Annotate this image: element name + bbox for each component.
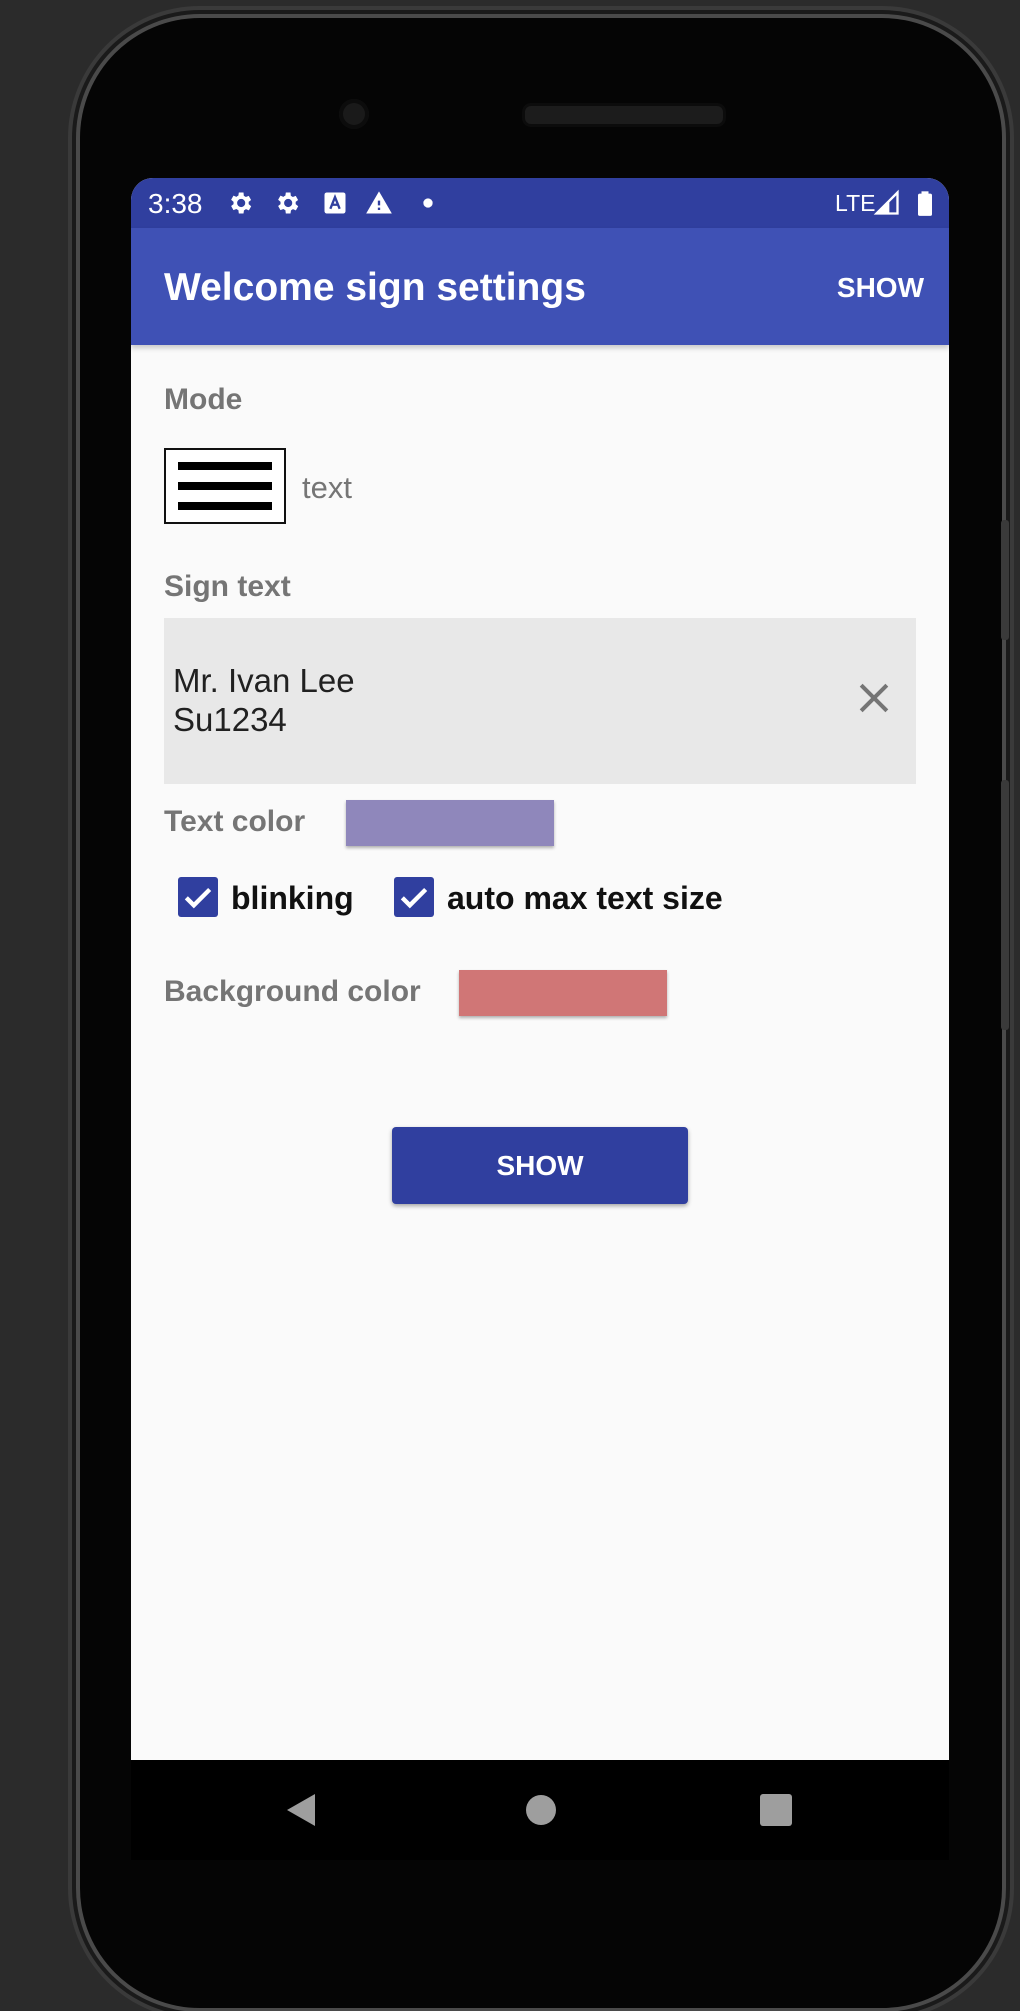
text-color-swatch[interactable] <box>346 800 554 846</box>
back-icon[interactable] <box>283 1790 319 1830</box>
text-color-label: Text color <box>164 805 306 838</box>
earpiece-speaker <box>522 103 726 127</box>
settings-icon <box>231 192 252 214</box>
checkmark-icon <box>184 887 212 909</box>
mode-label: Mode <box>164 383 243 416</box>
background-color-label: Background color <box>164 975 421 1008</box>
settings-icon <box>278 192 299 214</box>
app-bar: Welcome sign settings SHOW <box>131 228 949 345</box>
auto-max-text-size-checkbox[interactable] <box>394 877 434 917</box>
blinking-label[interactable]: blinking <box>231 880 354 917</box>
app-screen: 3:38 LTE Welcome sign settings SHOW Mode… <box>131 178 949 1760</box>
status-bar: 3:38 LTE <box>131 178 949 228</box>
home-icon[interactable] <box>523 1792 559 1828</box>
background-color-swatch[interactable] <box>459 970 667 1016</box>
appbar-show-button[interactable]: SHOW <box>837 272 924 304</box>
text-lines-icon <box>178 462 272 510</box>
battery-icon <box>918 191 932 216</box>
checkmark-icon <box>400 887 428 909</box>
sign-text-line-1: Mr. Ivan Lee <box>173 662 355 699</box>
show-button[interactable]: SHOW <box>392 1127 688 1204</box>
signal-icon <box>873 189 899 215</box>
volume-button <box>1001 520 1009 640</box>
clear-icon[interactable] <box>852 676 896 720</box>
sign-text-input[interactable]: Mr. Ivan Lee Su1234 <box>164 618 916 784</box>
warning-icon <box>366 191 392 214</box>
navigation-bar <box>131 1760 949 1860</box>
status-time: 3:38 <box>148 188 203 219</box>
side-button <box>1001 780 1009 1030</box>
dot-icon <box>423 198 433 208</box>
mode-selector[interactable] <box>164 448 286 524</box>
auto-max-text-size-label[interactable]: auto max text size <box>447 880 723 917</box>
sign-text-line-2: Su1234 <box>173 701 287 738</box>
blinking-checkbox[interactable] <box>178 877 218 917</box>
recents-icon[interactable] <box>758 1792 794 1828</box>
mode-value[interactable]: text <box>302 470 352 506</box>
sign-text-label: Sign text <box>164 570 291 603</box>
network-type: LTE <box>835 190 876 216</box>
front-camera <box>339 99 369 129</box>
accessibility-notification-icon <box>324 192 346 214</box>
page-title: Welcome sign settings <box>164 266 586 309</box>
